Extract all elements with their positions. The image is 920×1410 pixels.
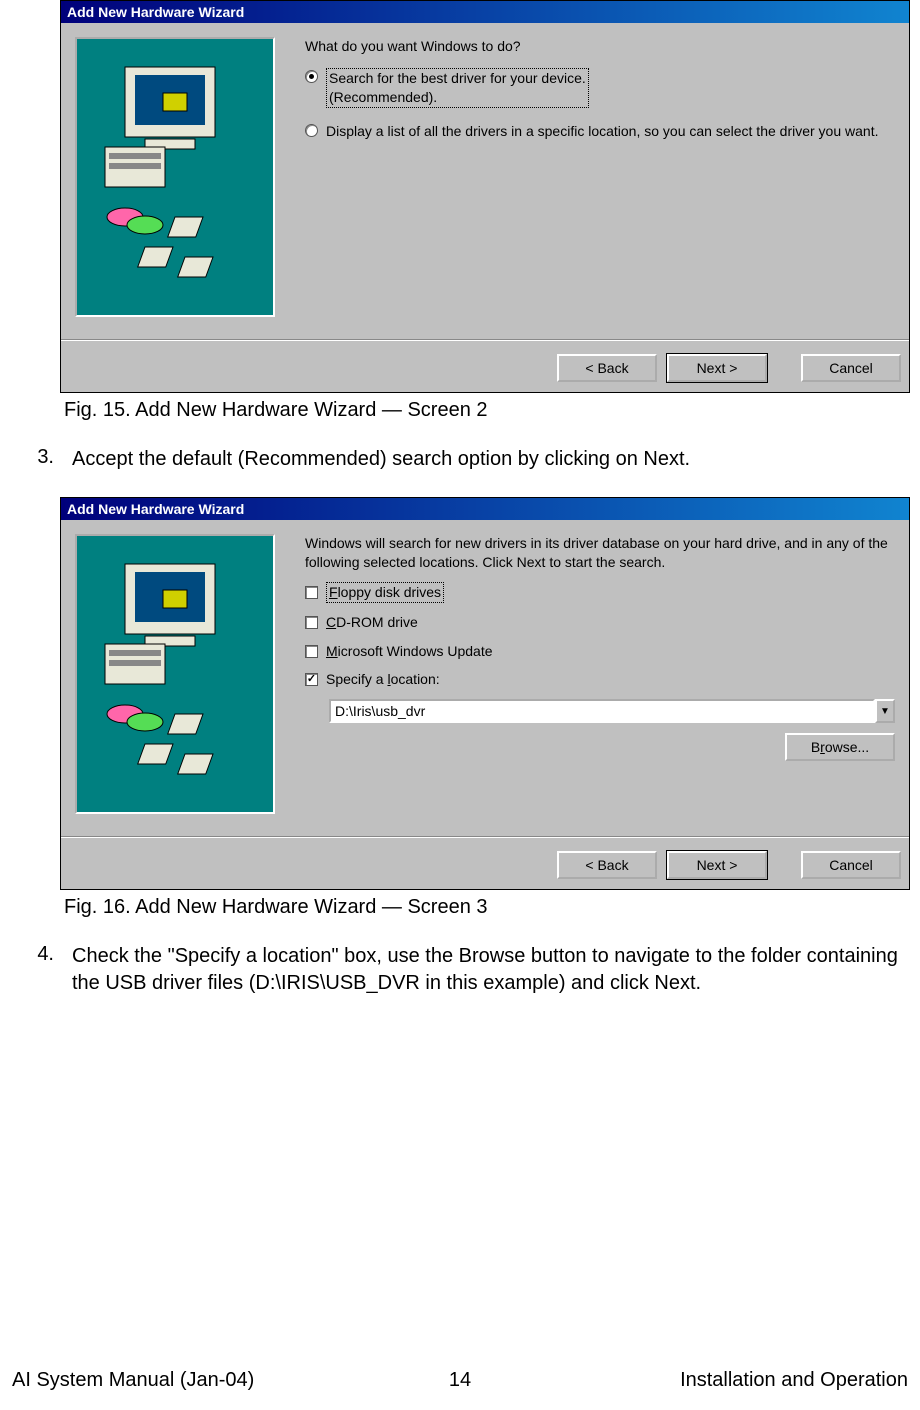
- cancel-button[interactable]: Cancel: [801, 851, 901, 879]
- dialog-title: Add New Hardware Wizard: [61, 498, 909, 520]
- step-4: 4. Check the "Specify a location" box, u…: [24, 943, 910, 997]
- figure-caption-15: Fig. 15. Add New Hardware Wizard — Scree…: [64, 399, 910, 422]
- wizard-illustration: [75, 534, 275, 814]
- back-button[interactable]: < Back: [557, 354, 657, 382]
- dialog-intro: Windows will search for new drivers in i…: [305, 534, 895, 572]
- hardware-wizard-dialog-2: Add New Hardware Wizard Windows will sea…: [60, 497, 910, 890]
- checkbox-cdrom[interactable]: [305, 616, 318, 629]
- radio-search-best-driver-label: Search for the best driver for your devi…: [326, 68, 589, 108]
- figure-caption-16: Fig. 16. Add New Hardware Wizard — Scree…: [64, 896, 910, 919]
- checkbox-windows-update-label: Microsoft Windows Update: [326, 642, 493, 661]
- radio-display-list[interactable]: [305, 124, 318, 137]
- radio-search-best-driver[interactable]: [305, 70, 318, 83]
- browse-button[interactable]: Browse...: [785, 733, 895, 761]
- cancel-button[interactable]: Cancel: [801, 354, 901, 382]
- checkbox-floppy-label: Floppy disk drives: [326, 582, 444, 603]
- chevron-down-icon: ▼: [880, 705, 890, 719]
- next-button[interactable]: Next >: [667, 851, 767, 879]
- next-button[interactable]: Next >: [667, 354, 767, 382]
- wizard-illustration: [75, 37, 275, 317]
- radio-display-list-label: Display a list of all the drivers in a s…: [326, 122, 878, 141]
- checkbox-specify-location[interactable]: [305, 673, 318, 686]
- footer-right: Installation and Operation: [680, 1369, 908, 1392]
- checkbox-floppy[interactable]: [305, 586, 318, 599]
- page-number: 14: [449, 1369, 471, 1392]
- back-button[interactable]: < Back: [557, 851, 657, 879]
- hardware-wizard-dialog-1: Add New Hardware Wizard What do you want…: [60, 0, 910, 393]
- location-dropdown-button[interactable]: ▼: [875, 699, 895, 723]
- step-3: 3. Accept the default (Recommended) sear…: [24, 446, 910, 473]
- location-path-input[interactable]: D:\Iris\usb_dvr: [329, 699, 875, 723]
- dialog-title: Add New Hardware Wizard: [61, 1, 909, 23]
- footer-left: AI System Manual (Jan-04): [12, 1369, 254, 1392]
- checkbox-windows-update[interactable]: [305, 645, 318, 658]
- page-footer: AI System Manual (Jan-04) 14 Installatio…: [0, 1369, 920, 1392]
- dialog-prompt: What do you want Windows to do?: [305, 37, 895, 56]
- checkbox-cdrom-label: CD-ROM drive: [326, 613, 418, 632]
- checkbox-specify-location-label: Specify a location:: [326, 670, 440, 689]
